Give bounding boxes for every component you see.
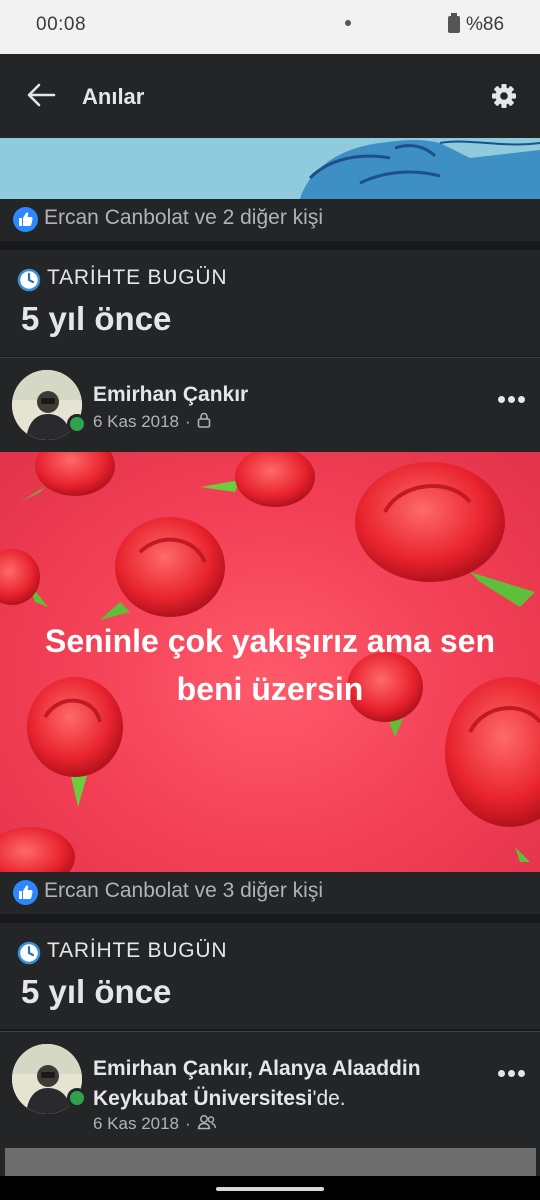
- previous-post-image[interactable]: [0, 138, 540, 199]
- reaction-summary[interactable]: Ercan Canbolat ve 2 diğer kişi: [0, 199, 540, 241]
- app-header: Anılar: [0, 54, 540, 138]
- section-divider: [0, 241, 540, 250]
- meta-separator: ·: [185, 412, 191, 431]
- status-bar: 00:08 %86: [0, 0, 540, 54]
- post-date[interactable]: 6 Kas 2018: [93, 1114, 179, 1133]
- post-header: Emirhan Çankır 6 Kas 2018 ·: [0, 358, 540, 452]
- next-post-image[interactable]: [0, 1148, 540, 1176]
- post-location-suffix: 'de.: [312, 1087, 346, 1110]
- more-options-icon[interactable]: [498, 1070, 526, 1078]
- reaction-text: Ercan Canbolat ve 3 diğer kişi: [44, 879, 323, 902]
- post-date[interactable]: 6 Kas 2018: [93, 412, 179, 431]
- page-title: Anılar: [82, 84, 145, 109]
- back-arrow-icon[interactable]: [24, 80, 58, 110]
- post-text: Seninle çok yakışırız ama sen beni üzers…: [44, 623, 495, 707]
- memory-years-ago: 5 yıl önce: [21, 973, 172, 1010]
- system-navigation-bar: [0, 1176, 540, 1200]
- post-meta: 6 Kas 2018 ·: [93, 1114, 217, 1135]
- home-gesture-handle[interactable]: [216, 1187, 324, 1191]
- post-author-line[interactable]: Keykubat Üniversitesi'de.: [93, 1084, 346, 1114]
- post-author[interactable]: Emirhan Çankır: [93, 380, 248, 410]
- battery-percentage: %86: [466, 14, 505, 35]
- reaction-text: Ercan Canbolat ve 2 diğer kişi: [44, 206, 323, 229]
- friends-icon: [197, 1114, 217, 1135]
- clock-icon: [17, 941, 41, 965]
- more-options-icon[interactable]: [498, 396, 526, 404]
- memory-section-header: TARİHTE BUGÜN 5 yıl önce: [0, 250, 540, 356]
- notification-dot-icon: [345, 20, 351, 26]
- online-status-dot: [67, 414, 87, 434]
- like-icon: [13, 880, 38, 905]
- clock-icon: [17, 268, 41, 292]
- like-icon: [13, 207, 38, 232]
- memory-years-ago: 5 yıl önce: [21, 300, 172, 337]
- gear-icon[interactable]: [489, 81, 519, 111]
- reaction-summary[interactable]: Ercan Canbolat ve 3 diğer kişi: [0, 872, 540, 914]
- status-time: 00:08: [36, 14, 87, 35]
- meta-separator: ·: [185, 1114, 191, 1133]
- post-author-line[interactable]: Emirhan Çankır, Alanya Alaaddin: [93, 1054, 421, 1084]
- section-divider: [0, 914, 540, 923]
- memory-label: TARİHTE BUGÜN: [47, 939, 228, 962]
- battery-icon: [448, 13, 460, 33]
- memory-label: TARİHTE BUGÜN: [47, 266, 228, 289]
- post-header: Emirhan Çankır, Alanya Alaaddin Keykubat…: [0, 1032, 540, 1148]
- memory-section-header: TARİHTE BUGÜN 5 yıl önce: [0, 923, 540, 1029]
- online-status-dot: [67, 1088, 87, 1108]
- post-location[interactable]: Keykubat Üniversitesi: [93, 1087, 312, 1110]
- post-image[interactable]: Seninle çok yakışırız ama sen beni üzers…: [0, 452, 540, 872]
- lock-icon: [197, 412, 211, 433]
- post-meta: 6 Kas 2018 ·: [93, 412, 211, 433]
